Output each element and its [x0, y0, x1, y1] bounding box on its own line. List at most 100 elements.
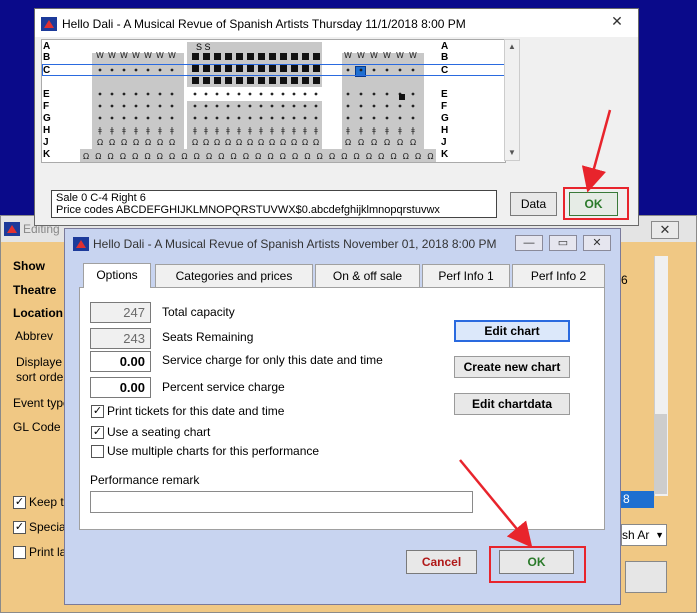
tab-on-off-sale[interactable]: On & off sale [315, 264, 420, 287]
seat [292, 104, 296, 108]
seat-mark: ǂ [372, 126, 376, 135]
seat-sold [291, 65, 298, 72]
seat-mark: Ω [169, 152, 175, 161]
cancel-button[interactable]: Cancel [406, 550, 477, 574]
seat-mark: Ω [329, 152, 335, 161]
field-label-location: Location [13, 306, 63, 320]
seat-mark: Ω [109, 138, 115, 147]
app-icon [73, 237, 89, 251]
multiple-charts-checkbox[interactable] [91, 445, 104, 458]
seat-sold [214, 65, 221, 72]
seat [226, 116, 230, 120]
seat [110, 116, 114, 120]
seat [270, 92, 274, 96]
seat-mark: Ω [214, 138, 220, 147]
seat-sold [192, 65, 199, 72]
seats-remaining-label: Seats Remaining [162, 330, 254, 344]
seat-mark: ǂ [346, 126, 350, 135]
seat [170, 104, 174, 108]
seat [359, 68, 363, 72]
scroll-down-icon[interactable]: ▼ [505, 146, 519, 160]
seat [146, 92, 150, 96]
tab-categories-and-prices[interactable]: Categories and prices [155, 264, 313, 287]
seat-sold [214, 77, 221, 84]
partial-button[interactable] [625, 561, 667, 593]
seat-mark: Ω [280, 138, 286, 147]
tab-options[interactable]: Options [83, 263, 151, 288]
keep-checkbox[interactable]: ✓ [13, 496, 26, 509]
field-label-show: Show [13, 259, 45, 273]
seat-mark: Ω [378, 152, 384, 161]
seat [411, 92, 415, 96]
seat-sold [269, 53, 276, 60]
special-checkbox[interactable]: ✓ [13, 521, 26, 534]
seat-mark: W [357, 51, 365, 60]
seat-mark: Ω [354, 152, 360, 161]
create-new-chart-button[interactable]: Create new chart [454, 356, 570, 378]
seat-sold [203, 65, 210, 72]
seat [270, 116, 274, 120]
print-checkbox[interactable] [13, 546, 26, 559]
seat-mark: Ω [225, 138, 231, 147]
service-charge-label: Service charge for only this date and ti… [162, 353, 383, 367]
seat-mark: Ω [194, 152, 200, 161]
use-seating-chart-label: Use a seating chart [107, 425, 211, 439]
service-charge-field[interactable]: 0.00 [90, 351, 151, 372]
seat-mark: W [344, 51, 352, 60]
seat-mark: Ω [133, 138, 139, 147]
data-button[interactable]: Data [510, 192, 557, 216]
tab-perf-info-2[interactable]: Perf Info 2 [512, 264, 605, 287]
seat-mark: Ω [145, 138, 151, 147]
use-seating-chart-checkbox[interactable]: ✓ [91, 426, 104, 439]
seat [314, 104, 318, 108]
seat [110, 92, 114, 96]
seat-sold [192, 53, 199, 60]
seat [237, 116, 241, 120]
seating-chart-window: Hello Dali - A Musical Revue of Spanish … [34, 8, 639, 226]
close-icon[interactable]: ✕ [602, 13, 632, 31]
performance-remark-input[interactable] [90, 491, 473, 513]
seat-sold [399, 94, 405, 100]
options-tab-panel: 247 Total capacity 243 Seats Remaining 0… [79, 287, 605, 530]
close-icon[interactable]: ✕ [651, 221, 679, 239]
seat-sold [203, 53, 210, 60]
seat [281, 92, 285, 96]
seat-mark: Ω [415, 152, 421, 161]
seat-mark: ǂ [314, 126, 318, 135]
seat [204, 92, 208, 96]
seat [385, 104, 389, 108]
seat [134, 68, 138, 72]
minimize-icon[interactable]: — [515, 235, 543, 251]
seat-mark: Ω [358, 138, 364, 147]
chart-scrollbar[interactable]: ▲ ▼ [504, 39, 520, 161]
seating-chart-canvas[interactable]: A B C E F G H J K A B C E F G H J K S S … [41, 39, 506, 163]
print-tickets-label: Print tickets for this date and time [107, 404, 285, 418]
right-scrollbar[interactable] [654, 256, 668, 496]
seat-mark: ǂ [215, 126, 219, 135]
seat-sold [291, 53, 298, 60]
seat [98, 104, 102, 108]
percent-service-charge-field[interactable]: 0.00 [90, 377, 151, 398]
seat-grid[interactable]: W W W W W W Wǂ ǂ ǂ ǂ ǂ ǂ ǂΩ Ω Ω Ω Ω Ω Ωǂ ǂ ǂ ǂ ǂ ǂ ǂ ǂ ǂ ǂ ǂ ǂΩ Ω Ω Ω Ω Ω Ω… [42, 40, 505, 162]
seat-mark: Ω [97, 138, 103, 147]
annotation-highlight-box [563, 187, 629, 220]
seat-mark: ǂ [226, 126, 230, 135]
artist-dropdown[interactable]: sh Ar ▼ [621, 524, 667, 546]
seat-sold [236, 77, 243, 84]
edit-chartdata-button[interactable]: Edit chartdata [454, 393, 570, 415]
selected-list-item[interactable]: 8 [621, 491, 654, 508]
edit-chart-button[interactable]: Edit chart [454, 320, 570, 342]
close-icon[interactable]: ✕ [583, 235, 611, 251]
tab-perf-info-1[interactable]: Perf Info 1 [422, 264, 510, 287]
scroll-up-icon[interactable]: ▲ [505, 40, 519, 54]
seat [110, 68, 114, 72]
seat [314, 92, 318, 96]
seat-sold [269, 77, 276, 84]
seat-mark: Ω [384, 138, 390, 147]
maximize-icon[interactable]: ▭ [549, 235, 577, 251]
seat [303, 116, 307, 120]
seat [134, 104, 138, 108]
print-tickets-checkbox[interactable]: ✓ [91, 405, 104, 418]
seat-mark: W [156, 51, 164, 60]
sale-status-box: Sale 0 C-4 Right 6 Price codes ABCDEFGHI… [51, 190, 497, 218]
